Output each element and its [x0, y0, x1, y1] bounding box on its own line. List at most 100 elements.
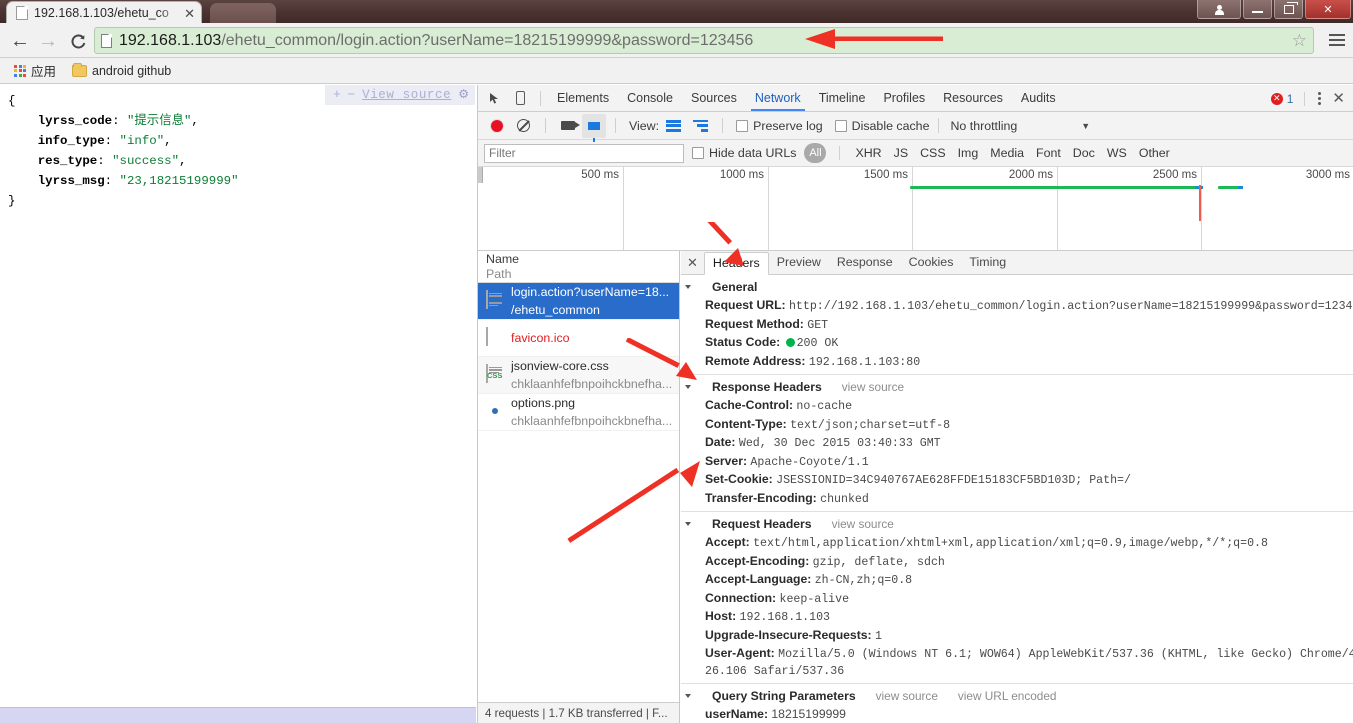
column-header-path[interactable]: Path [486, 267, 679, 282]
filter-type-font[interactable]: Font [1034, 146, 1063, 160]
section-request-headers-header[interactable]: Request Headers view source [681, 514, 1353, 534]
browser-menu-button[interactable] [1328, 31, 1346, 49]
tab-sources[interactable]: Sources [682, 86, 746, 111]
section-title: Response Headers [712, 380, 822, 394]
filter-type-all[interactable]: All [804, 143, 827, 163]
record-icon [490, 119, 503, 132]
capture-screenshots-button[interactable] [555, 113, 580, 138]
tab-cookies[interactable]: Cookies [901, 252, 962, 273]
section-response-headers-header[interactable]: Response Headers view source [681, 377, 1353, 397]
clear-button[interactable] [511, 113, 536, 138]
view-url-encoded-link[interactable]: view URL encoded [958, 689, 1057, 703]
header-key: Remote Address: [705, 353, 806, 368]
view-source-link[interactable]: view source [832, 517, 894, 531]
error-count-badge[interactable]: ✕ 1 [1267, 92, 1298, 106]
filter-type-xhr[interactable]: XHR [853, 146, 883, 160]
maximize-button[interactable] [1274, 0, 1303, 19]
header-key: Request Method: [705, 316, 804, 331]
page-favicon-icon [16, 6, 28, 20]
section-general-header[interactable]: General [681, 277, 1353, 297]
tab-preview[interactable]: Preview [769, 252, 829, 273]
browser-tab[interactable]: 192.168.1.103/ehetu_co ✕ [6, 1, 202, 24]
minimize-button[interactable] [1243, 0, 1272, 19]
reload-button[interactable] [66, 29, 90, 53]
table-row[interactable]: favicon.ico [478, 320, 679, 357]
back-button[interactable]: ← [8, 29, 32, 53]
filter-type-js[interactable]: JS [892, 146, 910, 160]
header-key: Host: [705, 609, 737, 623]
jsonview-toolbar: + − View source ⚙ [325, 85, 475, 105]
page-horizontal-scrollbar[interactable] [0, 707, 476, 723]
tab-response[interactable]: Response [829, 252, 901, 273]
filter-type-other[interactable]: Other [1137, 146, 1172, 160]
apps-shortcut[interactable]: 应用 [9, 61, 61, 80]
folder-icon [72, 62, 88, 77]
section-query-params-header[interactable]: Query String Parameters view source view… [681, 686, 1353, 706]
tab-resources[interactable]: Resources [934, 86, 1012, 111]
close-window-button[interactable]: ✕ [1305, 0, 1351, 19]
bookmark-star-icon[interactable]: ☆ [1292, 32, 1307, 49]
filter-input[interactable] [484, 143, 684, 163]
request-list-header[interactable]: Name Path [478, 251, 679, 283]
user-profile-button[interactable] [1197, 0, 1241, 19]
throttling-dropdown[interactable]: No throttling ▼ [950, 119, 1090, 133]
tab-network[interactable]: Network [746, 86, 810, 111]
tab-console[interactable]: Console [618, 86, 682, 111]
preserve-log-checkbox[interactable]: Preserve log [736, 119, 823, 133]
table-row[interactable]: <> login.action?userName=18... /ehetu_co… [478, 283, 679, 320]
header-key: Cache-Control: [705, 398, 794, 412]
table-row[interactable]: options.png chklaanhfefbnpoihckbnefha... [478, 394, 679, 431]
timeline-tick-label: 500 ms [581, 169, 619, 181]
param-value: 18215199999 [771, 707, 846, 721]
request-list-pane: Name Path <> login.action? [478, 251, 680, 723]
header-value: no-cache [796, 400, 853, 413]
collapse-all-button[interactable]: − [348, 88, 356, 102]
tab-timeline[interactable]: Timeline [810, 86, 875, 111]
header-key: Server: [705, 453, 748, 468]
url-host: 192.168.1.103 [119, 31, 222, 49]
view-as-list-button[interactable] [661, 113, 686, 138]
forward-button[interactable]: → [36, 29, 60, 53]
expand-all-button[interactable]: + [333, 88, 341, 102]
devtools-panel: Elements Console Sources Network Timelin… [477, 85, 1353, 723]
column-header-name[interactable]: Name [486, 252, 679, 267]
tab-headers[interactable]: Headers [703, 251, 769, 275]
filter-type-doc[interactable]: Doc [1071, 146, 1097, 160]
filter-type-img[interactable]: Img [956, 146, 981, 160]
filter-toggle-button[interactable] [582, 113, 606, 142]
view-source-link[interactable]: view source [876, 689, 938, 703]
filter-type-media[interactable]: Media [988, 146, 1026, 160]
tab-elements[interactable]: Elements [548, 86, 618, 111]
detail-close-button[interactable]: ✕ [685, 256, 704, 269]
divider [681, 683, 1353, 684]
view-source-link[interactable]: view source [842, 380, 904, 394]
divider [722, 118, 724, 133]
page-info-icon[interactable] [101, 33, 112, 48]
table-row[interactable]: CSS jsonview-core.css chklaanhfefbnpoihc… [478, 357, 679, 394]
apps-grid-icon [14, 64, 26, 77]
disable-cache-checkbox[interactable]: Disable cache [834, 119, 929, 133]
close-icon: ✕ [1323, 3, 1333, 16]
filter-type-css[interactable]: CSS [918, 146, 947, 160]
bookmark-folder-android-github[interactable]: android github [67, 62, 176, 78]
filter-type-ws[interactable]: WS [1105, 146, 1129, 160]
network-timeline-overview[interactable]: 500 ms 1000 ms 1500 ms 2000 ms 2500 ms 3… [478, 167, 1353, 251]
view-source-link[interactable]: View source [362, 88, 451, 102]
tab-timing[interactable]: Timing [961, 252, 1014, 273]
header-row: Upgrade-Insecure-Requests: 1 [681, 627, 1353, 646]
gear-icon[interactable]: ⚙ [458, 87, 469, 102]
view-as-waterfall-button[interactable] [688, 113, 713, 138]
devtools-more-options-button[interactable] [1312, 92, 1326, 105]
hide-data-urls-checkbox[interactable]: Hide data URLs [692, 146, 796, 160]
header-value: JSESSIONID=34C940767AE628FFDE15183CF5BD1… [776, 474, 1131, 487]
tab-title: 192.168.1.103/ehetu_co [34, 6, 169, 20]
record-button[interactable] [484, 113, 509, 138]
address-bar[interactable]: 192.168.1.103/ehetu_common/login.action?… [94, 27, 1314, 54]
toggle-device-toolbar-button[interactable] [508, 86, 533, 111]
devtools-close-button[interactable]: ✕ [1328, 91, 1349, 106]
tab-close-icon[interactable]: ✕ [184, 7, 195, 20]
tab-profiles[interactable]: Profiles [874, 86, 934, 111]
header-value: GET [807, 318, 829, 332]
tab-audits[interactable]: Audits [1012, 86, 1065, 111]
inspect-element-button[interactable] [483, 86, 508, 111]
